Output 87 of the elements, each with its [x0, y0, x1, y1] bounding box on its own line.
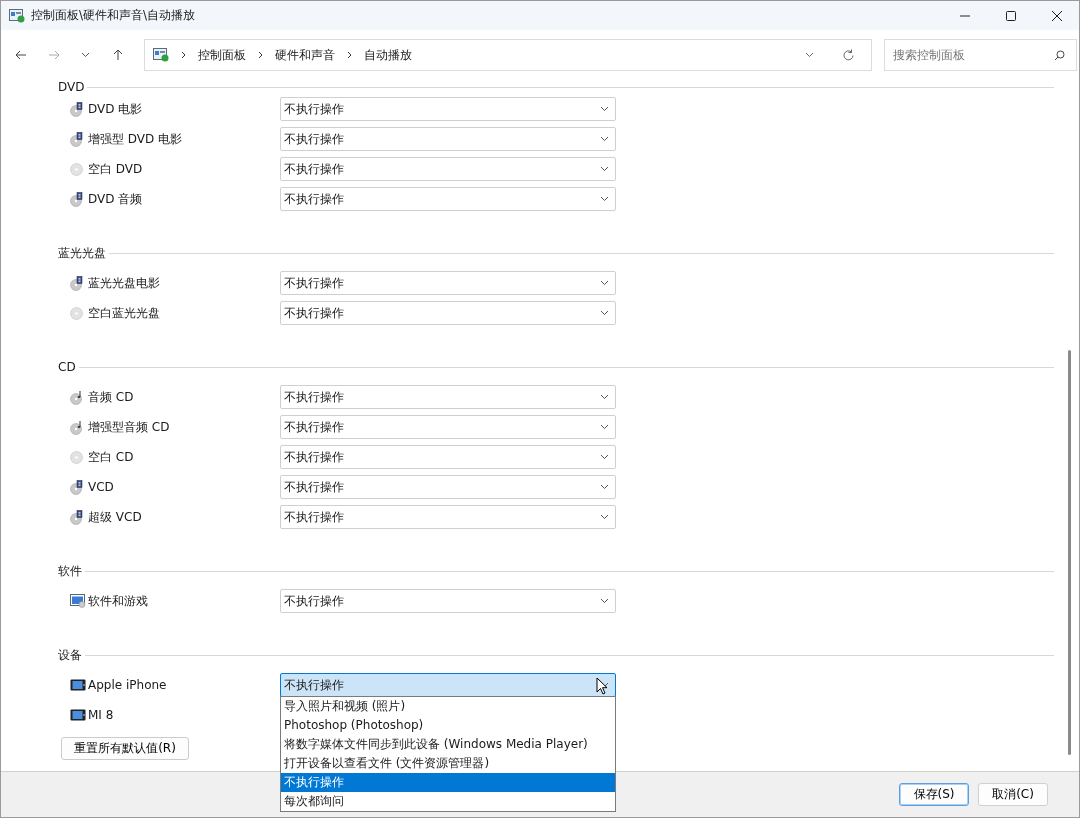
device-type-label: 空白 DVD	[88, 160, 144, 178]
chevron-down-icon	[600, 514, 609, 520]
action-dropdown[interactable]: 不执行操作	[280, 187, 616, 211]
chevron-down-icon	[600, 136, 609, 142]
device-type-label: 空白 CD	[88, 448, 135, 466]
chevron-right-icon	[258, 51, 263, 59]
action-dropdown[interactable]: 不执行操作	[280, 385, 616, 409]
chevron-down-icon	[600, 280, 609, 286]
reset-defaults-button[interactable]: 重置所有默认值(R)	[61, 737, 189, 760]
chevron-down-icon	[600, 310, 609, 316]
disc-with-music-note-icon	[70, 389, 84, 405]
chevron-down-icon	[600, 106, 609, 112]
back-arrow-icon[interactable]	[15, 49, 27, 61]
address-bar[interactable]: 控制面板 硬件和声音 自动播放	[144, 39, 872, 71]
dropdown-option[interactable]: 每次都询问	[281, 792, 615, 811]
disc-icon	[70, 306, 83, 320]
device-type-label: 增强型音频 CD	[88, 418, 171, 436]
action-dropdown[interactable]: 不执行操作	[280, 271, 616, 295]
search-icon[interactable]	[1054, 50, 1065, 61]
device-type-label: 蓝光光盘电影	[88, 274, 161, 292]
breadcrumb-item[interactable]: 控制面板	[198, 46, 246, 64]
action-dropdown[interactable]: 不执行操作	[280, 475, 616, 499]
device-icon	[70, 679, 86, 691]
control-panel-icon	[153, 48, 169, 62]
dropdown-option[interactable]: 将数字媒体文件同步到此设备 (Windows Media Player)	[281, 735, 615, 754]
dialog-button[interactable]: 取消(C)	[978, 783, 1048, 806]
scrollbar-thumb[interactable]	[1067, 350, 1071, 755]
device-type-label: DVD 音频	[88, 190, 144, 208]
device-type-label: 超级 VCD	[88, 508, 143, 526]
action-dropdown[interactable]: 不执行操作	[280, 445, 616, 469]
breadcrumb-item[interactable]: 自动播放	[364, 46, 412, 64]
chevron-down-icon	[600, 484, 609, 490]
close-icon[interactable]	[1052, 10, 1062, 21]
action-dropdown[interactable]: 不执行操作	[280, 505, 616, 529]
section-heading: 软件	[58, 562, 82, 580]
action-dropdown[interactable]: 不执行操作	[280, 415, 616, 439]
chevron-down-icon	[600, 424, 609, 430]
chevron-down-icon	[600, 598, 609, 604]
disc-icon	[70, 162, 83, 176]
maximize-icon[interactable]	[1006, 10, 1016, 21]
disc-with-film-icon	[70, 275, 84, 291]
breadcrumb-item[interactable]: 硬件和声音	[275, 46, 335, 64]
action-dropdown[interactable]: 不执行操作	[280, 589, 616, 613]
action-dropdown[interactable]: 不执行操作	[280, 127, 616, 151]
section-heading: 蓝光光盘	[58, 244, 106, 262]
action-dropdown[interactable]: 不执行操作	[280, 301, 616, 325]
window-title: 控制面板\硬件和声音\自动播放	[31, 7, 196, 24]
dropdown-option[interactable]: 导入照片和视频 (照片)	[281, 697, 615, 716]
device-type-label: DVD 电影	[88, 100, 144, 118]
device-type-label: 音频 CD	[88, 388, 135, 406]
disc-icon	[70, 450, 83, 464]
chevron-down-icon	[600, 454, 609, 460]
chevron-right-icon	[181, 51, 186, 59]
disc-with-film-icon	[70, 191, 84, 207]
device-type-label: VCD	[88, 480, 115, 494]
disc-with-music-note-icon	[70, 419, 84, 435]
device-type-label: 软件和游戏	[88, 592, 149, 610]
device-type-label: 增强型 DVD 电影	[88, 130, 184, 148]
device-type-label: 空白蓝光光盘	[88, 304, 161, 322]
action-dropdown[interactable]: 不执行操作	[280, 157, 616, 181]
action-dropdown[interactable]: 不执行操作	[280, 97, 616, 121]
control-panel-icon	[9, 8, 25, 23]
chevron-down-icon[interactable]	[805, 52, 814, 58]
disc-with-film-icon	[70, 131, 84, 147]
disc-with-film-icon	[70, 101, 84, 117]
chevron-down-icon	[600, 394, 609, 400]
section-heading: DVD	[58, 80, 85, 94]
device-type-label: MI 8	[88, 708, 115, 722]
chevron-down-icon	[600, 166, 609, 172]
section-heading: CD	[58, 360, 76, 374]
dropdown-option[interactable]: 打开设备以查看文件 (文件资源管理器)	[281, 754, 615, 773]
up-arrow-icon[interactable]	[112, 49, 124, 61]
dropdown-option[interactable]: 不执行操作	[281, 773, 615, 792]
chevron-right-icon	[347, 51, 352, 59]
device-type-label: Apple iPhone	[88, 678, 168, 692]
action-dropdown[interactable]: 不执行操作	[280, 673, 616, 697]
software-window-icon	[70, 594, 86, 608]
chevron-down-icon	[600, 196, 609, 202]
chevron-down-icon[interactable]	[81, 52, 90, 58]
disc-with-film-icon	[70, 509, 84, 525]
refresh-icon[interactable]	[842, 48, 855, 62]
disc-with-film-icon	[70, 479, 84, 495]
dropdown-option[interactable]: Photoshop (Photoshop)	[281, 716, 615, 735]
section-heading: 设备	[58, 646, 82, 664]
search-field[interactable]: 搜索控制面板	[884, 39, 1077, 71]
device-icon	[70, 709, 86, 721]
dialog-button[interactable]: 保存(S)	[899, 783, 969, 806]
